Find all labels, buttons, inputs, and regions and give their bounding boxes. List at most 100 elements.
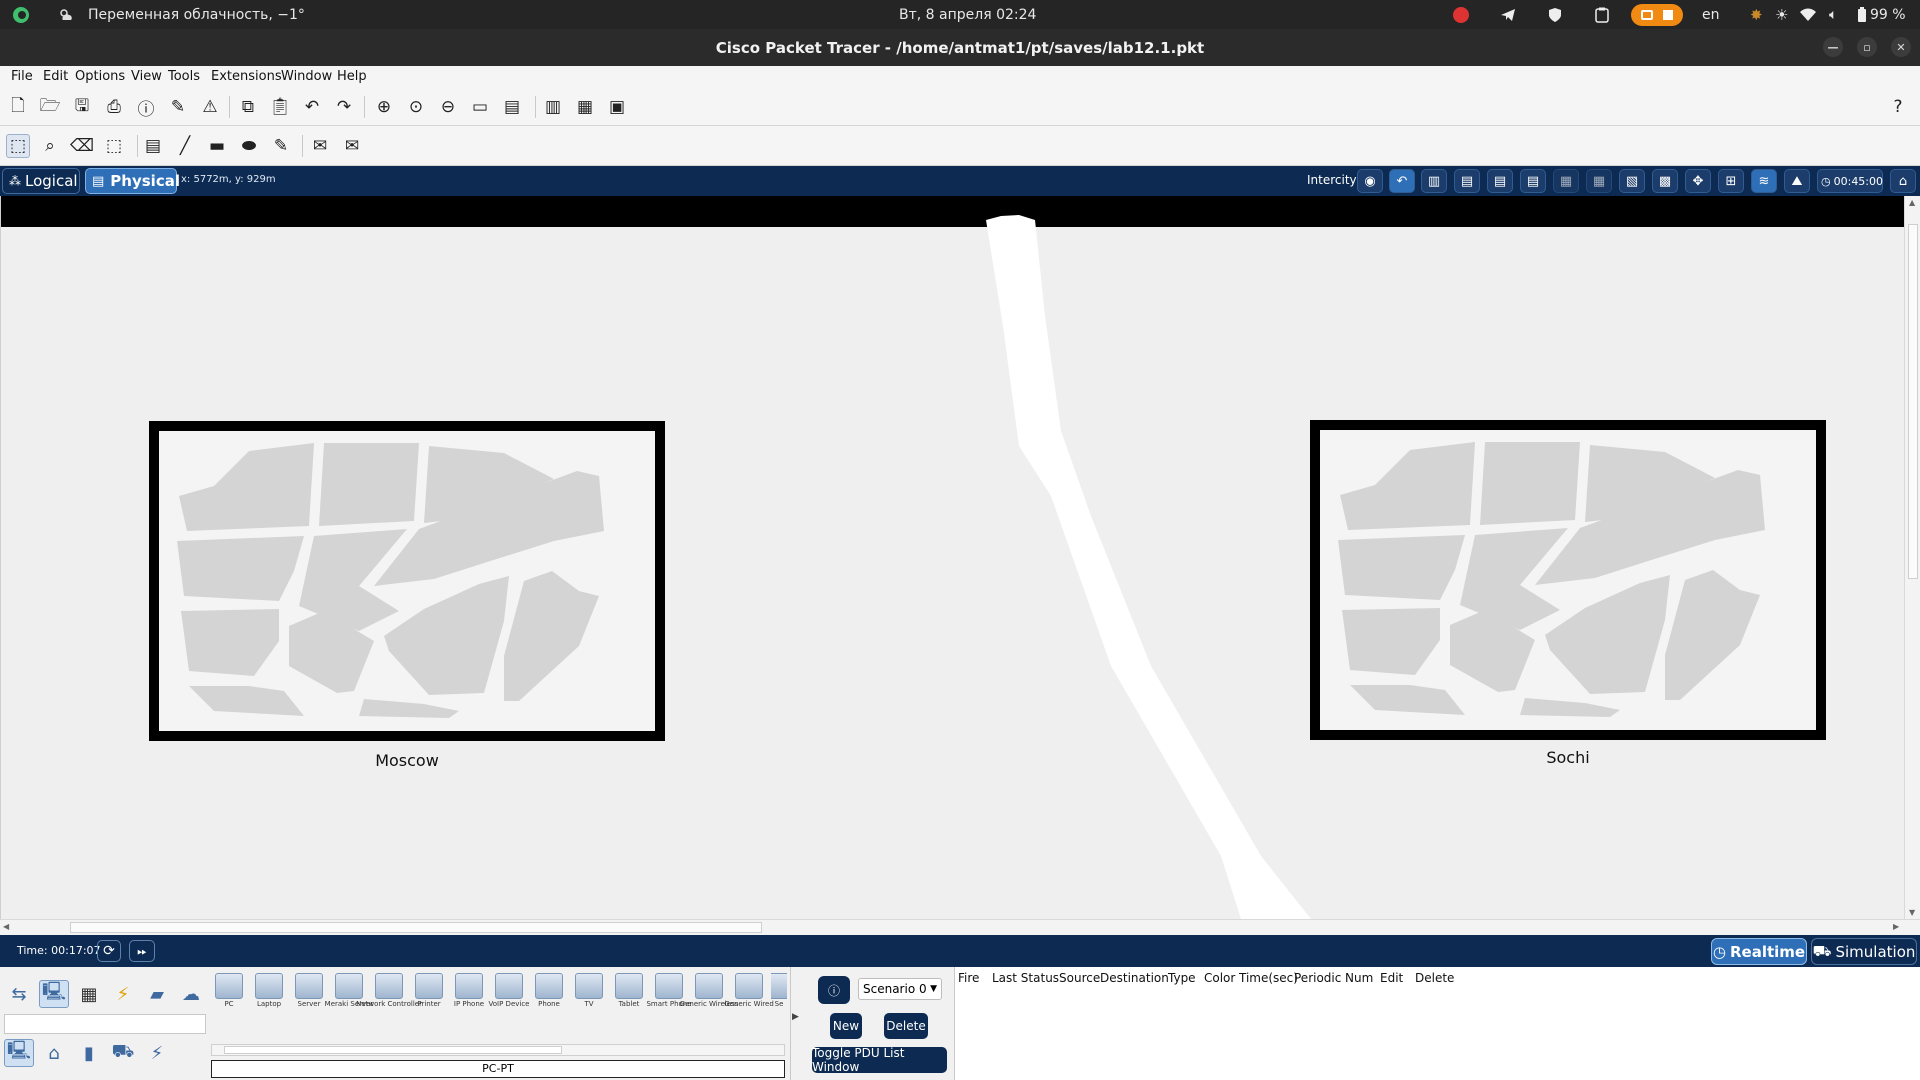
col-time[interactable]: Time(sec)	[1239, 971, 1298, 985]
menu-file[interactable]: File	[11, 69, 33, 84]
new-closet-icon[interactable]: ▤	[1487, 169, 1513, 193]
device-tablet[interactable]: Tablet	[611, 973, 647, 1013]
device-laptop[interactable]: Laptop	[251, 973, 287, 1013]
server-category-icon[interactable]: ▮	[74, 1039, 104, 1067]
language-indicator[interactable]: en	[1702, 0, 1720, 29]
delete-tool-icon[interactable]: ⌫	[70, 134, 94, 158]
custom-device-icon[interactable]: ▤	[500, 95, 524, 119]
zoom-in-icon[interactable]: ⊕	[372, 95, 396, 119]
col-type[interactable]: Type	[1168, 971, 1196, 985]
device-list-scrollbar[interactable]	[211, 1044, 785, 1056]
save-icon[interactable]: 🖫	[70, 95, 94, 119]
move-icon[interactable]: ✥	[1685, 169, 1711, 193]
connections-icon[interactable]: ⚡	[108, 980, 138, 1008]
back-icon[interactable]: ↶	[1389, 169, 1415, 193]
simulation-mode-button[interactable]: ⛟ Simulation	[1811, 938, 1917, 965]
clock-text[interactable]: Вт, 8 апреля 02:24	[899, 0, 1036, 29]
multiuser-icon[interactable]: ☁	[176, 980, 206, 1008]
col-last-status[interactable]: Last Status	[992, 971, 1059, 985]
scroll-right-icon[interactable]: ▶	[1893, 922, 1899, 931]
drawing-palette-icon[interactable]: ▭	[468, 95, 492, 119]
new-file-icon[interactable]: 🗋	[6, 95, 30, 119]
industrial-category-icon[interactable]: ⛟	[108, 1039, 138, 1067]
complex-pdu-icon[interactable]: ✉	[340, 134, 364, 158]
col-num[interactable]: Num	[1345, 971, 1373, 985]
col-color[interactable]: Color	[1204, 971, 1235, 985]
resize-shape-icon[interactable]: ⬚	[102, 134, 126, 158]
device-generic-wireless[interactable]: Generic Wireless	[680, 973, 738, 1013]
col-edit[interactable]: Edit	[1380, 971, 1403, 985]
device-search-input[interactable]	[4, 1014, 206, 1034]
cluster-icon[interactable]: ▦	[573, 95, 597, 119]
telegram-tray-icon[interactable]	[1500, 0, 1516, 29]
scroll-up-icon[interactable]: ▲	[1909, 198, 1915, 207]
city-label-sochi[interactable]: Sochi	[1310, 748, 1826, 767]
col-periodic[interactable]: Periodic	[1294, 971, 1341, 985]
home-icon[interactable]: ⌂	[1890, 169, 1916, 193]
distro-logo-icon[interactable]	[12, 0, 30, 29]
info-icon[interactable]: ⓘ	[134, 95, 158, 120]
minimize-button[interactable]: —	[1823, 37, 1843, 57]
device-network-controller[interactable]: Network Controller	[356, 973, 422, 1013]
wireless-icon[interactable]: ≋	[1751, 169, 1777, 193]
add-device-icon[interactable]: ▦	[1553, 169, 1579, 193]
open-folder-icon[interactable]: 🗁	[38, 95, 62, 119]
zoom-reset-icon[interactable]: ⊙	[404, 95, 428, 119]
set-background-icon[interactable]: ▧	[1619, 169, 1645, 193]
device-phone[interactable]: Phone	[531, 973, 567, 1013]
power-cycle-icon[interactable]: ⟳	[97, 940, 121, 962]
redo-icon[interactable]: ↷	[332, 95, 356, 119]
activity-wizard-icon[interactable]: ✎	[166, 95, 190, 119]
device-generic-wired[interactable]: Generic Wired	[724, 973, 774, 1013]
clipboard-tray-icon[interactable]	[1595, 0, 1609, 29]
home-category-icon[interactable]: ⌂	[39, 1039, 69, 1067]
menu-view[interactable]: View	[131, 69, 162, 84]
notes-icon[interactable]: ▥	[541, 95, 565, 119]
draw-ellipse-icon[interactable]: ⬬	[237, 134, 261, 158]
delete-scenario-button[interactable]: Delete	[884, 1013, 928, 1039]
help-icon[interactable]: ?	[1886, 95, 1910, 119]
new-scenario-button[interactable]: New	[830, 1013, 862, 1039]
vertical-scroll-thumb[interactable]	[1908, 224, 1918, 579]
draw-line-icon[interactable]: ╱	[173, 134, 197, 158]
new-rack-icon[interactable]: ▤	[1520, 169, 1546, 193]
window-title-bar[interactable]: Cisco Packet Tracer - /home/antmat1/pt/s…	[0, 29, 1920, 66]
print-icon[interactable]: ⎙	[102, 95, 126, 119]
copy-icon[interactable]: ⧉	[236, 95, 260, 119]
screenshot-icon[interactable]: ▣	[605, 95, 629, 119]
chrome-tray-icon[interactable]	[1453, 0, 1469, 29]
scenario-info-icon[interactable]: ⓘ	[818, 976, 850, 1004]
brightness-icon[interactable]: ☀	[1775, 0, 1788, 29]
select-tool-icon[interactable]: ⬚	[6, 134, 30, 158]
environment-clock[interactable]: ◷ 00:45:00	[1817, 169, 1883, 193]
device-partial[interactable]: Se	[771, 973, 787, 1013]
zoom-out-icon[interactable]: ⊖	[436, 95, 460, 119]
undo-icon[interactable]: ↶	[300, 95, 324, 119]
device-printer[interactable]: Printer	[411, 973, 447, 1013]
vertical-scrollbar[interactable]: ▲ ▼	[1904, 196, 1920, 919]
realtime-mode-button[interactable]: ◷ Realtime	[1711, 938, 1807, 965]
toggle-pdu-list-button[interactable]: Toggle PDU List Window	[812, 1046, 947, 1074]
fast-forward-icon[interactable]: ⏩︎	[129, 940, 155, 962]
grid-icon[interactable]: ▩	[1652, 169, 1678, 193]
col-fire[interactable]: Fire	[958, 971, 979, 985]
horizontal-scroll-thumb[interactable]	[70, 922, 762, 933]
device-server[interactable]: Server	[291, 973, 327, 1013]
battery-icon[interactable]	[1857, 0, 1867, 29]
new-building-icon[interactable]: ▤	[1454, 169, 1480, 193]
screen-record-indicator[interactable]	[1631, 0, 1683, 29]
city-moscow[interactable]	[149, 421, 665, 741]
user-profile-icon[interactable]: ⚠	[198, 95, 222, 119]
menu-options[interactable]: Options	[75, 69, 125, 84]
close-button[interactable]: ✕	[1891, 37, 1911, 57]
city-sochi[interactable]	[1310, 420, 1826, 740]
scroll-down-icon[interactable]: ▼	[1909, 908, 1915, 917]
pc-category-icon[interactable]: 🖳︎	[4, 1039, 34, 1067]
navigation-icon[interactable]: ◉	[1357, 169, 1383, 193]
shield-tray-icon[interactable]	[1548, 0, 1562, 29]
device-tv[interactable]: TV	[571, 973, 607, 1013]
physical-workspace-canvas[interactable]: Moscow Sochi	[0, 196, 1904, 919]
col-source[interactable]: Source	[1059, 971, 1100, 985]
tab-physical[interactable]: ▤ Physical	[85, 168, 180, 194]
volume-icon[interactable]: 🔈︎	[1829, 0, 1837, 29]
